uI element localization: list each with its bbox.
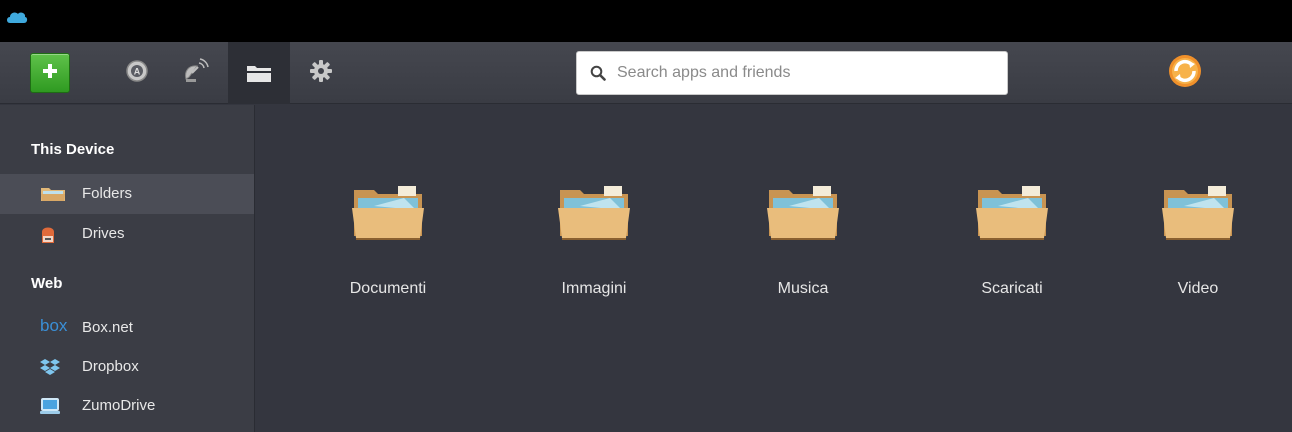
sync-button[interactable] [1163, 51, 1207, 95]
folder-name: Video [1177, 280, 1219, 297]
folder-name: Scaricati [981, 280, 1043, 297]
apps-icon: A [124, 58, 150, 89]
sidebar-item-label: Folders [82, 185, 133, 202]
sidebar-item-label: Dropbox [82, 358, 139, 375]
drive-icon [40, 224, 70, 244]
satellite-icon [181, 57, 209, 90]
dropbox-icon [40, 357, 70, 377]
folder-item-immagini[interactable]: Immagini [514, 180, 674, 310]
search-input[interactable] [615, 54, 995, 92]
sidebar-item-folders[interactable]: Folders [0, 174, 254, 214]
folder-name: Immagini [561, 280, 627, 297]
folder-item-musica[interactable]: Musica [723, 180, 883, 310]
folder-icon [40, 184, 70, 204]
sidebar-item-box[interactable]: box Box.net [0, 308, 254, 348]
plus-icon [41, 62, 59, 85]
folder-name: Musica [777, 280, 829, 297]
settings-button[interactable] [296, 42, 346, 104]
search-box[interactable] [576, 51, 1008, 95]
sidebar-item-zumodrive[interactable]: ZumoDrive [0, 386, 254, 426]
search-icon [590, 65, 606, 86]
sidebar-item-dropbox[interactable]: Dropbox [0, 347, 254, 387]
sidebar: This Device Folders Drives Web box Box.n… [0, 105, 255, 432]
sync-icon [1167, 53, 1203, 94]
folder-grid: Documenti Immagini Musica Scaricati Vide… [256, 105, 1292, 432]
box-icon: box [40, 316, 70, 336]
cloud-icon [6, 10, 28, 29]
apps-button[interactable]: A [112, 42, 162, 104]
satellite-button[interactable] [170, 42, 220, 104]
tab-folders[interactable] [228, 42, 290, 104]
add-button[interactable] [30, 53, 70, 93]
folders-icon [245, 62, 273, 89]
gear-icon [309, 59, 333, 88]
sidebar-item-label: Drives [82, 225, 125, 242]
sidebar-item-label: ZumoDrive [82, 397, 156, 414]
svg-text:A: A [134, 66, 141, 76]
folder-item-documenti[interactable]: Documenti [308, 180, 468, 310]
box-logo-text: box [40, 316, 68, 335]
folder-name: Documenti [349, 280, 427, 297]
section-title-web: Web [31, 275, 63, 292]
folder-item-scaricati[interactable]: Scaricati [932, 180, 1092, 310]
title-bar [0, 0, 1292, 42]
zumodrive-icon [40, 396, 70, 416]
section-title-this-device: This Device [31, 141, 115, 158]
sidebar-item-drives[interactable]: Drives [0, 214, 254, 254]
folder-item-video[interactable]: Video [1118, 180, 1278, 310]
sidebar-item-label: Box.net [82, 319, 133, 336]
